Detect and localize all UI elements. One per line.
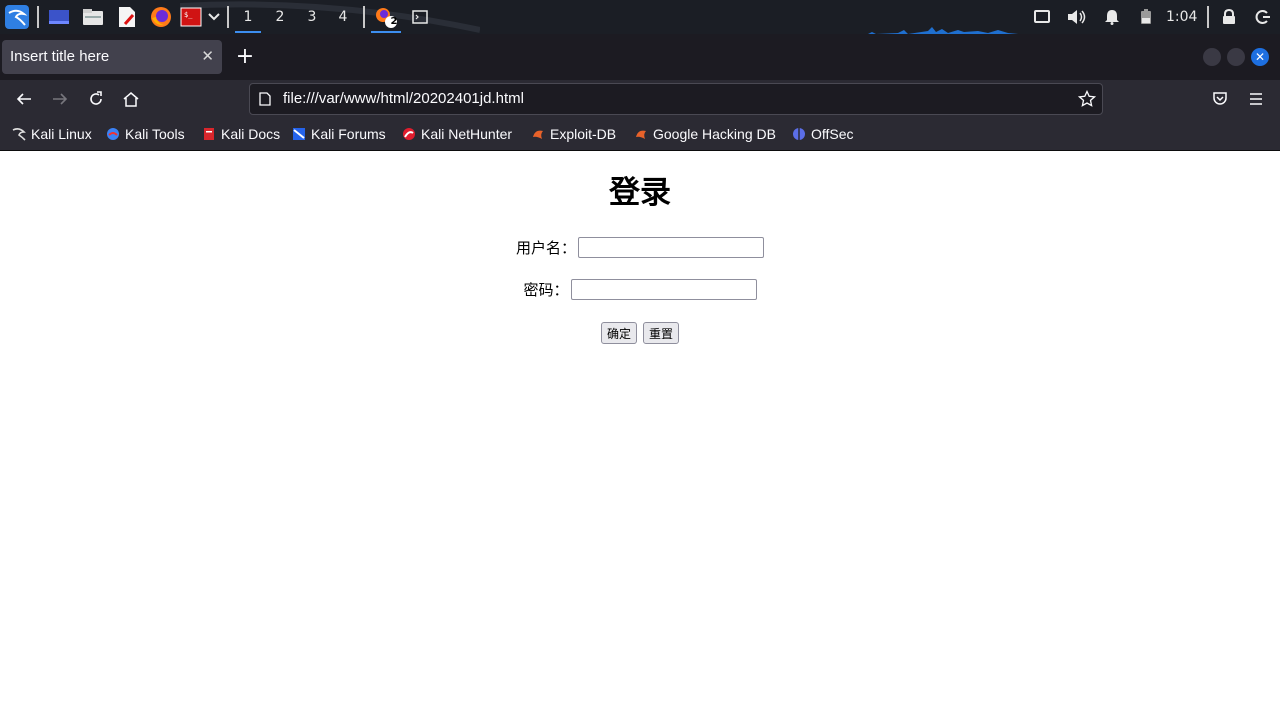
workspace-3[interactable]: 3	[297, 0, 327, 34]
exploit-db-icon	[533, 130, 543, 139]
bookmark-kali-docs[interactable]: Kali Docs	[202, 118, 280, 150]
url-text[interactable]: file:///var/www/html/20202401jd.html	[283, 84, 524, 114]
terminal-emulator-icon[interactable]: $_	[179, 5, 203, 29]
bookmark-star-icon[interactable]	[1078, 90, 1096, 108]
panel-separator	[363, 6, 365, 28]
browser-nav-bar: file:///var/www/html/20202401jd.html	[0, 80, 1280, 118]
bookmark-google-hacking-db[interactable]: Google Hacking DB	[634, 118, 776, 150]
url-bar[interactable]: file:///var/www/html/20202401jd.html	[249, 83, 1103, 115]
taskbar-terminal-window-icon[interactable]	[409, 5, 431, 29]
maximize-window-button[interactable]	[1227, 48, 1245, 66]
reset-button[interactable]: 重置	[643, 322, 680, 344]
bookmark-label: Google Hacking DB	[653, 126, 776, 142]
kali-forums-icon	[293, 128, 305, 140]
login-heading: 登录	[609, 175, 671, 211]
bookmark-kali-forums[interactable]: Kali Forums	[292, 118, 386, 150]
username-label: 用户名：	[515, 239, 576, 257]
web-page-content: 登录 用户名： 密码： 确定 重置	[0, 151, 1280, 720]
forward-button[interactable]	[47, 86, 73, 112]
show-desktop-icon[interactable]	[46, 5, 72, 29]
kali-docs-icon	[204, 128, 214, 140]
new-tab-button[interactable]: +	[234, 43, 256, 71]
pocket-button[interactable]	[1207, 86, 1233, 112]
minimize-window-button[interactable]	[1203, 48, 1221, 66]
notifications-bell-icon[interactable]	[1101, 5, 1123, 29]
google-hacking-db-icon	[636, 130, 646, 139]
text-editor-icon[interactable]	[114, 5, 140, 29]
file-manager-icon[interactable]	[80, 5, 106, 29]
username-row: 用户名：	[0, 237, 1280, 258]
lock-screen-icon[interactable]	[1218, 5, 1240, 29]
firefox-icon[interactable]	[148, 5, 174, 29]
panel-separator	[37, 6, 39, 28]
tab-close-icon[interactable]: ✕	[201, 40, 214, 74]
kali-nethunter-icon	[403, 128, 415, 140]
kali-dragon-icon	[12, 128, 26, 141]
bookmark-label: Kali NetHunter	[421, 126, 513, 142]
bookmark-label: Kali Docs	[221, 126, 281, 142]
arrow-left-icon	[16, 93, 31, 105]
browser-tab-bar: Insert title here ✕ + ✕	[0, 34, 1280, 80]
bookmark-label: Kali Forums	[311, 126, 386, 142]
bookmark-label: Kali Linux	[31, 126, 92, 142]
bookmark-label: OffSec	[811, 126, 854, 142]
battery-icon[interactable]	[1136, 5, 1156, 29]
page-file-icon	[259, 92, 271, 106]
password-label: 密码：	[523, 281, 569, 299]
bookmark-exploit-db[interactable]: Exploit-DB	[531, 118, 616, 150]
bookmark-kali-linux[interactable]: Kali Linux	[12, 118, 92, 150]
display-settings-icon[interactable]	[1031, 5, 1053, 29]
home-icon	[123, 92, 139, 107]
username-input[interactable]	[578, 237, 764, 258]
hamburger-menu-icon	[1250, 93, 1262, 105]
panel-clock[interactable]: 1:04	[1166, 0, 1197, 34]
cpu-graph	[868, 27, 1028, 34]
reload-button[interactable]	[83, 86, 109, 112]
desktop-panel: $_ 1 2 3 4 2 1:04	[0, 0, 1280, 34]
app-menu-button[interactable]	[1243, 86, 1269, 112]
browser-tab[interactable]: Insert title here ✕	[2, 40, 222, 74]
pocket-icon	[1213, 92, 1227, 105]
password-input[interactable]	[570, 279, 757, 300]
bookmark-label: Exploit-DB	[550, 126, 617, 142]
bookmarks-toolbar: Kali Linux Kali Tools Kali Docs Kali For…	[0, 118, 1280, 151]
submit-button[interactable]: 确定	[600, 322, 637, 344]
volume-icon[interactable]	[1066, 5, 1088, 29]
svg-text:$_: $_	[184, 11, 193, 19]
form-buttons: 确定 重置	[0, 322, 1280, 344]
bookmark-offsec[interactable]: OffSec	[792, 118, 854, 150]
workspace-1[interactable]: 1	[233, 0, 263, 34]
kali-tools-icon	[107, 128, 119, 140]
close-window-button[interactable]: ✕	[1251, 48, 1269, 66]
panel-separator	[227, 6, 229, 28]
chevron-down-icon[interactable]	[206, 5, 222, 29]
password-row: 密码：	[0, 279, 1280, 300]
reload-icon	[90, 91, 102, 105]
tab-title: Insert title here	[10, 48, 110, 65]
bookmark-kali-tools[interactable]: Kali Tools	[106, 118, 185, 150]
panel-separator	[1207, 6, 1209, 28]
bookmark-kali-nethunter[interactable]: Kali NetHunter	[402, 118, 512, 150]
offsec-icon	[793, 128, 805, 140]
workspace-4[interactable]: 4	[328, 0, 358, 34]
logout-icon[interactable]	[1252, 5, 1274, 29]
home-button[interactable]	[118, 86, 144, 112]
kali-menu-icon[interactable]	[3, 5, 31, 29]
bookmark-label: Kali Tools	[125, 126, 185, 142]
taskbar-firefox-window[interactable]: 2	[369, 0, 403, 34]
back-button[interactable]	[11, 86, 37, 112]
workspace-2[interactable]: 2	[265, 0, 295, 34]
window-count-badge: 2	[390, 16, 398, 27]
arrow-right-icon	[53, 93, 68, 105]
